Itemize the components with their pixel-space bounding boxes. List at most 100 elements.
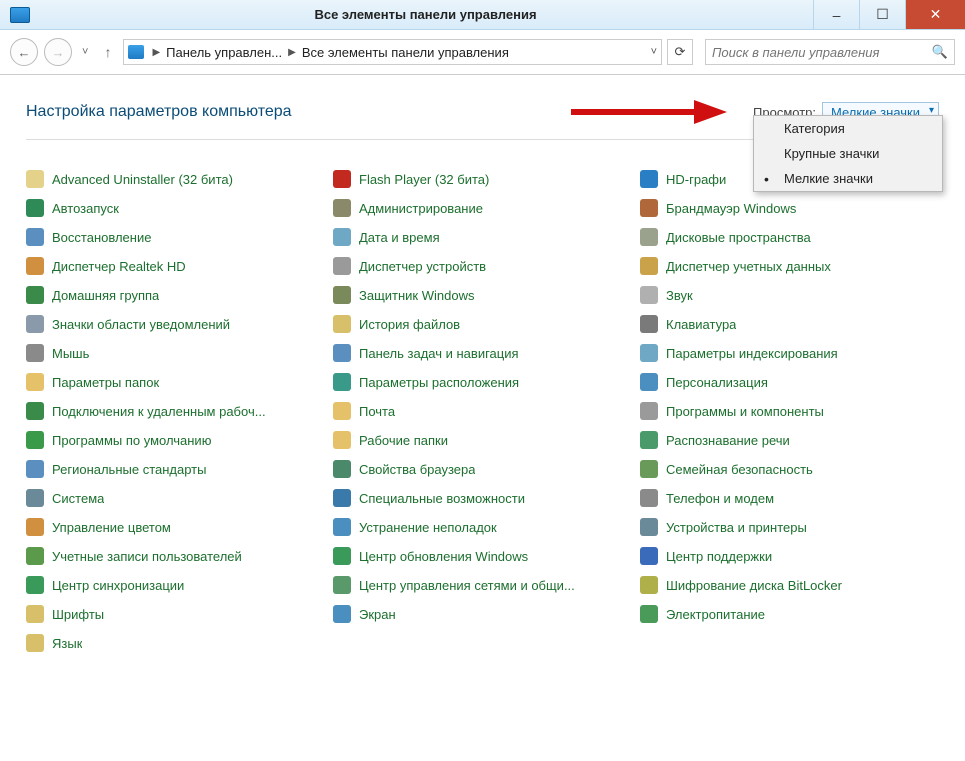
cp-item[interactable]: Экран <box>333 605 632 623</box>
cp-item-icon <box>640 489 658 507</box>
cp-item-icon <box>26 257 44 275</box>
cp-item[interactable]: Администрирование <box>333 199 632 217</box>
cp-item-icon <box>333 518 351 536</box>
cp-item[interactable]: Специальные возможности <box>333 489 632 507</box>
cp-item[interactable]: Дисковые пространства <box>640 228 939 246</box>
cp-item-icon <box>26 547 44 565</box>
cp-item[interactable]: Язык <box>26 634 325 652</box>
cp-item[interactable]: Программы по умолчанию <box>26 431 325 449</box>
cp-item-icon <box>26 228 44 246</box>
cp-item-icon <box>640 460 658 478</box>
cp-item[interactable]: Подключения к удаленным рабоч... <box>26 402 325 420</box>
cp-item[interactable]: Параметры папок <box>26 373 325 391</box>
cp-item[interactable]: Центр синхронизации <box>26 576 325 594</box>
cp-item-label: Диспетчер устройств <box>359 259 486 274</box>
cp-item-label: Дисковые пространства <box>666 230 811 245</box>
cp-item[interactable]: История файлов <box>333 315 632 333</box>
cp-item-label: Электропитание <box>666 607 765 622</box>
cp-item-label: Региональные стандарты <box>52 462 206 477</box>
cp-item-label: Система <box>52 491 104 506</box>
minimize-button[interactable]: – <box>813 0 859 29</box>
cp-item-label: Панель задач и навигация <box>359 346 519 361</box>
cp-item[interactable]: Параметры расположения <box>333 373 632 391</box>
forward-button[interactable]: → <box>44 38 72 66</box>
cp-item-label: Свойства браузера <box>359 462 475 477</box>
cp-item[interactable]: Значки области уведомлений <box>26 315 325 333</box>
dropdown-option-small-icons[interactable]: Мелкие значки <box>754 166 942 191</box>
cp-item-label: Администрирование <box>359 201 483 216</box>
cp-item-icon <box>26 315 44 333</box>
cp-item-icon <box>640 170 658 188</box>
cp-item[interactable]: Устранение неполадок <box>333 518 632 536</box>
cp-item[interactable]: Звук <box>640 286 939 304</box>
cp-item-label: Почта <box>359 404 395 419</box>
breadcrumb-dropdown[interactable]: ˅ <box>651 46 657 58</box>
cp-item[interactable]: Автозапуск <box>26 199 325 217</box>
cp-item-label: Программы по умолчанию <box>52 433 211 448</box>
cp-item[interactable]: Почта <box>333 402 632 420</box>
breadcrumb-item[interactable]: Панель управлен... <box>162 45 286 60</box>
dropdown-option-large-icons[interactable]: Крупные значки <box>754 141 942 166</box>
cp-item[interactable]: Управление цветом <box>26 518 325 536</box>
cp-item-icon <box>640 286 658 304</box>
cp-item[interactable]: Центр поддержки <box>640 547 939 565</box>
cp-item[interactable]: Центр управления сетями и общи... <box>333 576 632 594</box>
window-icon <box>10 7 30 23</box>
cp-item[interactable]: Свойства браузера <box>333 460 632 478</box>
cp-item[interactable]: Шрифты <box>26 605 325 623</box>
cp-item-label: Центр синхронизации <box>52 578 184 593</box>
cp-item[interactable]: Брандмауэр Windows <box>640 199 939 217</box>
cp-item[interactable]: Устройства и принтеры <box>640 518 939 536</box>
up-button[interactable]: ↑ <box>98 44 117 60</box>
cp-item-label: Устройства и принтеры <box>666 520 807 535</box>
cp-item[interactable]: Advanced Uninstaller (32 бита) <box>26 170 325 188</box>
cp-item-label: Устранение неполадок <box>359 520 497 535</box>
cp-item-icon <box>333 489 351 507</box>
cp-item[interactable]: Региональные стандарты <box>26 460 325 478</box>
cp-item-label: Центр обновления Windows <box>359 549 528 564</box>
cp-item[interactable]: Домашняя группа <box>26 286 325 304</box>
cp-item-label: Язык <box>52 636 82 651</box>
dropdown-option-category[interactable]: Категория <box>754 116 942 141</box>
cp-item-label: Защитник Windows <box>359 288 474 303</box>
addressbar: ← → ˅ ↑ ▶ Панель управлен... ▶ Все элеме… <box>0 30 965 75</box>
cp-item[interactable]: Телефон и модем <box>640 489 939 507</box>
cp-item[interactable]: Диспетчер учетных данных <box>640 257 939 275</box>
cp-item[interactable]: Восстановление <box>26 228 325 246</box>
cp-item[interactable]: Диспетчер устройств <box>333 257 632 275</box>
red-arrow-annotation <box>569 97 729 127</box>
cp-item[interactable]: Шифрование диска BitLocker <box>640 576 939 594</box>
cp-item[interactable]: Flash Player (32 бита) <box>333 170 632 188</box>
cp-item-icon <box>333 431 351 449</box>
cp-item-label: Учетные записи пользователей <box>52 549 242 564</box>
back-button[interactable]: ← <box>10 38 38 66</box>
history-dropdown-button[interactable]: ˅ <box>78 46 92 58</box>
maximize-button[interactable]: ☐ <box>859 0 905 29</box>
cp-item-icon <box>333 228 351 246</box>
search-input[interactable] <box>712 45 932 60</box>
cp-item[interactable]: Дата и время <box>333 228 632 246</box>
cp-item[interactable]: Распознавание речи <box>640 431 939 449</box>
cp-item[interactable]: Рабочие папки <box>333 431 632 449</box>
refresh-button[interactable]: ⟳ <box>667 39 693 65</box>
cp-item[interactable]: Персонализация <box>640 373 939 391</box>
cp-item[interactable]: Клавиатура <box>640 315 939 333</box>
breadcrumb-item[interactable]: Все элементы панели управления <box>298 45 513 60</box>
cp-item[interactable]: Параметры индексирования <box>640 344 939 362</box>
view-dropdown[interactable]: Категория Крупные значки Мелкие значки <box>753 115 943 192</box>
cp-item[interactable]: Диспетчер Realtek HD <box>26 257 325 275</box>
cp-item-label: История файлов <box>359 317 460 332</box>
close-button[interactable]: ✕ <box>905 0 965 29</box>
cp-item[interactable]: Мышь <box>26 344 325 362</box>
cp-item[interactable]: Электропитание <box>640 605 939 623</box>
breadcrumb[interactable]: ▶ Панель управлен... ▶ Все элементы пане… <box>123 39 662 65</box>
cp-item[interactable]: Защитник Windows <box>333 286 632 304</box>
cp-item[interactable]: Программы и компоненты <box>640 402 939 420</box>
cp-item[interactable]: Система <box>26 489 325 507</box>
cp-item[interactable]: Учетные записи пользователей <box>26 547 325 565</box>
cp-item[interactable]: Центр обновления Windows <box>333 547 632 565</box>
search-box[interactable]: 🔍 <box>705 39 955 65</box>
cp-item[interactable]: Панель задач и навигация <box>333 344 632 362</box>
cp-item-label: Распознавание речи <box>666 433 790 448</box>
cp-item[interactable]: Семейная безопасность <box>640 460 939 478</box>
